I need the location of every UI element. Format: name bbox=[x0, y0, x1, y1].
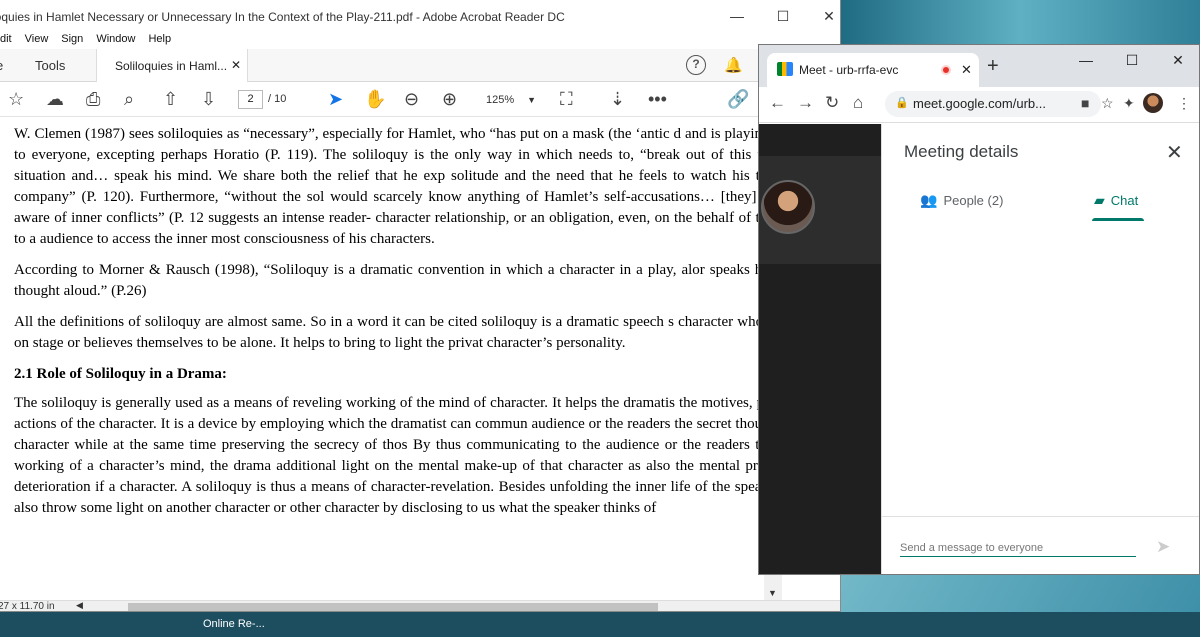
window-title: loquies in Hamlet Necessary or Unnecessa… bbox=[0, 10, 565, 24]
acrobat-toolbar: ☆ ☁ ⎙ ⌕ ⇧ ⇩ 2 / 10 ➤ ✋ ⊖ ⊕ 125% ▼ ⛶ ⇣ ••… bbox=[0, 82, 840, 117]
acrobat-window: loquies in Hamlet Necessary or Unnecessa… bbox=[0, 0, 841, 612]
help-icon[interactable]: ? bbox=[686, 55, 706, 75]
new-tab-icon[interactable]: + bbox=[987, 55, 999, 78]
camera-icon[interactable]: ■ bbox=[1081, 95, 1089, 111]
chat-icon: ▰ bbox=[1094, 192, 1105, 208]
scroll-mode-icon[interactable]: ⇣ bbox=[610, 89, 625, 109]
profile-avatar[interactable] bbox=[1143, 93, 1163, 113]
close-tab-icon[interactable]: ✕ bbox=[961, 62, 972, 78]
tab-tools[interactable]: Tools bbox=[35, 58, 65, 73]
menu-dots-icon[interactable]: ⋮ bbox=[1177, 95, 1191, 112]
meet-video-area: ⇥ bbox=[759, 124, 881, 574]
zoom-in-icon[interactable]: ⊕ bbox=[442, 89, 457, 109]
send-icon[interactable]: ➤ bbox=[1156, 537, 1170, 557]
more-tools-icon[interactable]: ••• bbox=[648, 89, 667, 109]
menu-help[interactable]: Help bbox=[148, 32, 171, 46]
omnibar: ← → ↻ ⌂ 🔒 meet.google.com/urb... ■ ☆ ✦ ⋮ bbox=[759, 87, 1199, 123]
recording-dot-icon bbox=[941, 65, 951, 75]
lock-icon: 🔒 bbox=[895, 97, 909, 109]
close-button[interactable]: ✕ bbox=[806, 0, 840, 32]
panel-tabs: 👥 People (2) ▰ Chat bbox=[882, 180, 1199, 222]
message-bar: Send a message to everyone ➤ bbox=[882, 516, 1199, 574]
zoom-search-icon[interactable]: ⌕ bbox=[124, 89, 134, 109]
taskbar-item[interactable]: Online Re-... bbox=[203, 618, 265, 630]
horizontal-scrollbar[interactable]: 27 x 11.70 in ◀ bbox=[0, 600, 840, 612]
scroll-left-icon[interactable]: ◀ bbox=[76, 600, 83, 611]
back-icon[interactable]: ← bbox=[769, 93, 786, 113]
page-up-icon[interactable]: ⇧ bbox=[163, 89, 178, 109]
chrome-tab-strip: Meet - urb-rrfa-evc ✕ + — ☐ ✕ bbox=[759, 45, 1199, 87]
share-link-icon[interactable]: 🔗 bbox=[727, 89, 749, 109]
menu-edit[interactable]: dit bbox=[0, 32, 12, 46]
tab-chat-label: Chat bbox=[1110, 193, 1139, 208]
minimize-button[interactable]: — bbox=[1063, 47, 1109, 73]
meeting-details-panel: Meeting details ✕ 👥 People (2) ▰ Chat Send… bbox=[881, 124, 1199, 574]
tab-people-label: People (2) bbox=[943, 193, 1004, 208]
acrobat-tab-bar: e Tools Soliloquies in Haml... ✕ ? 🔔 bbox=[0, 49, 840, 82]
page-number-input[interactable]: 2 bbox=[238, 90, 263, 109]
paragraph: All the definitions of soliloquy are alm… bbox=[14, 314, 760, 351]
menu-bar: dit View Sign Window Help bbox=[0, 32, 840, 46]
maximize-button[interactable]: ☐ bbox=[760, 0, 806, 32]
bell-icon[interactable]: 🔔 bbox=[724, 56, 743, 74]
meet-logo-icon bbox=[777, 62, 793, 76]
paragraph: The soliloquy is generally used as a mea… bbox=[14, 395, 760, 516]
browser-tab[interactable]: Meet - urb-rrfa-evc ✕ bbox=[767, 53, 979, 87]
extensions-puzzle-icon[interactable]: ✦ bbox=[1123, 95, 1135, 112]
scrollbar-thumb[interactable] bbox=[128, 603, 658, 611]
panel-title: Meeting details bbox=[904, 142, 1019, 161]
page-fit-icon[interactable]: ⛶ bbox=[560, 89, 573, 109]
print-icon[interactable]: ⎙ bbox=[86, 89, 100, 109]
hand-tool-icon[interactable]: ✋ bbox=[364, 89, 386, 109]
menu-window[interactable]: Window bbox=[96, 32, 135, 46]
paragraph: According to Morner & Rausch (1998), “So… bbox=[14, 262, 760, 299]
menu-sign[interactable]: Sign bbox=[61, 32, 83, 46]
forward-icon[interactable]: → bbox=[797, 93, 814, 113]
chevron-down-icon: ▼ bbox=[527, 95, 536, 105]
reload-icon[interactable]: ↻ bbox=[825, 93, 839, 113]
minimize-button[interactable]: — bbox=[714, 0, 760, 32]
upload-cloud-icon[interactable]: ☁ bbox=[46, 89, 64, 109]
zoom-select[interactable]: 125% ▼ bbox=[476, 91, 540, 110]
page-total: / 10 bbox=[268, 93, 287, 105]
home-icon[interactable]: ⌂ bbox=[853, 93, 863, 113]
address-bar[interactable]: 🔒 meet.google.com/urb... bbox=[885, 91, 1101, 117]
close-tab-icon[interactable]: ✕ bbox=[231, 58, 241, 72]
active-tab-indicator bbox=[1092, 218, 1144, 221]
tab-document[interactable]: Soliloquies in Haml... ✕ bbox=[96, 49, 248, 82]
close-icon[interactable]: ✕ bbox=[1166, 140, 1183, 165]
maximize-button[interactable]: ☐ bbox=[1109, 47, 1155, 73]
zoom-value: 125% bbox=[486, 94, 515, 106]
chrome-window: Meet - urb-rrfa-evc ✕ + — ☐ ✕ ← → ↻ ⌂ 🔒 … bbox=[758, 44, 1200, 575]
tab-home[interactable]: e bbox=[0, 58, 3, 73]
browser-tab-label: Meet - urb-rrfa-evc bbox=[799, 63, 899, 77]
taskbar: Online Re-... bbox=[0, 612, 1200, 637]
paragraph: W. Clemen (1987) sees soliloquies as “ne… bbox=[14, 126, 760, 247]
select-cursor-icon[interactable]: ➤ bbox=[328, 89, 343, 109]
participant-avatar bbox=[761, 180, 815, 234]
scroll-down-icon[interactable]: ▼ bbox=[768, 588, 777, 598]
tab-chat[interactable]: ▰ Chat bbox=[1094, 192, 1138, 209]
document-content[interactable]: W. Clemen (1987) sees soliloquies as “ne… bbox=[0, 116, 760, 600]
zoom-out-icon[interactable]: ⊖ bbox=[404, 89, 419, 109]
acrobat-title-bar: loquies in Hamlet Necessary or Unnecessa… bbox=[0, 0, 840, 33]
section-heading: 2.1 Role of Soliloquy in a Drama: bbox=[14, 366, 227, 382]
tab-people[interactable]: 👥 People (2) bbox=[920, 192, 1003, 209]
menu-view[interactable]: View bbox=[25, 32, 49, 46]
bookmark-star-icon[interactable]: ☆ bbox=[1101, 95, 1114, 112]
star-icon[interactable]: ☆ bbox=[8, 89, 24, 109]
tab-document-label: Soliloquies in Haml... bbox=[115, 59, 228, 73]
url-text: meet.google.com/urb... bbox=[913, 96, 1046, 111]
page-size: 27 x 11.70 in bbox=[0, 601, 55, 612]
page-down-icon[interactable]: ⇩ bbox=[201, 89, 216, 109]
people-icon: 👥 bbox=[920, 192, 938, 208]
close-button[interactable]: ✕ bbox=[1155, 47, 1199, 73]
message-input[interactable]: Send a message to everyone bbox=[900, 542, 1136, 557]
